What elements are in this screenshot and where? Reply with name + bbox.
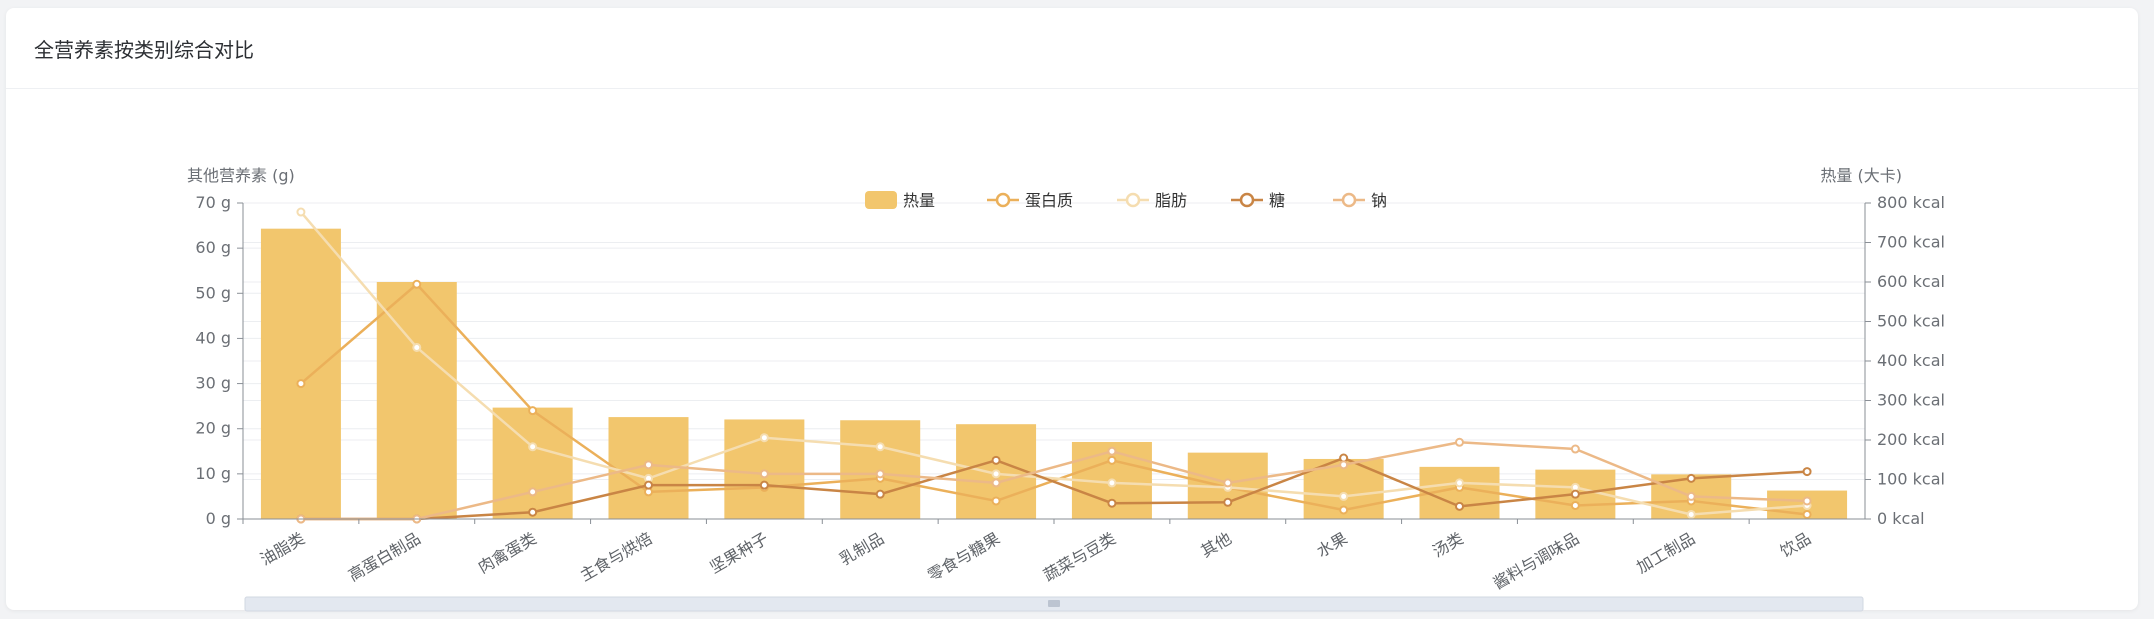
left-tick-label: 50 g	[195, 283, 231, 302]
point-脂肪[interactable]	[1686, 509, 1696, 519]
category-label: 饮品	[1777, 529, 1814, 561]
point-糖[interactable]	[1686, 473, 1696, 483]
left-tick-label: 30 g	[195, 374, 231, 393]
point-糖[interactable]	[1802, 467, 1812, 477]
category-label: 汤类	[1429, 529, 1466, 561]
legend-item-糖[interactable]: 糖	[1231, 191, 1285, 210]
point-脂肪[interactable]	[296, 207, 306, 217]
category-label: 乳制品	[836, 529, 887, 569]
point-糖[interactable]	[759, 480, 769, 490]
legend[interactable]: 热量 蛋白质 脂肪 糖 钠	[865, 191, 1387, 210]
legend-label: 蛋白质	[1025, 191, 1073, 210]
point-脂肪[interactable]	[528, 442, 538, 452]
point-糖[interactable]	[1570, 489, 1580, 499]
point-钠[interactable]	[1107, 446, 1117, 456]
left-tick-label: 20 g	[195, 419, 231, 438]
legend-item-蛋白质[interactable]: 蛋白质	[987, 191, 1073, 210]
point-钠[interactable]	[1455, 437, 1464, 447]
point-脂肪[interactable]	[412, 342, 422, 352]
point-钠[interactable]	[1570, 444, 1580, 454]
point-脂肪[interactable]	[991, 469, 1001, 479]
category-label: 酱料与调味品	[1490, 529, 1583, 593]
point-脂肪[interactable]	[1339, 491, 1349, 501]
legend-point-icon	[1341, 192, 1357, 208]
right-tick-label: 100 kcal	[1877, 470, 1945, 489]
point-蛋白质[interactable]	[991, 496, 1001, 506]
category-label: 主食与烘焙	[577, 529, 656, 585]
category-label: 蔬菜与豆类	[1040, 529, 1119, 585]
right-tick-label: 800 kcal	[1877, 193, 1945, 212]
bar-热量[interactable]	[376, 282, 457, 519]
left-tick-label: 0 g	[206, 509, 231, 528]
data-zoom-handle[interactable]	[1048, 600, 1060, 607]
legend-point-icon	[995, 192, 1011, 208]
category-label: 水果	[1313, 529, 1350, 561]
point-脂肪[interactable]	[875, 442, 885, 452]
category-label: 肉禽蛋类	[475, 529, 540, 577]
category-label: 其他	[1198, 529, 1235, 561]
legend-item-脂肪[interactable]: 脂肪	[1117, 191, 1187, 210]
point-钠[interactable]	[528, 487, 538, 497]
category-label: 零食与糖果	[924, 529, 1003, 585]
legend-label: 热量	[903, 191, 935, 210]
point-糖[interactable]	[528, 507, 538, 517]
left-tick-label: 40 g	[195, 328, 231, 347]
point-蛋白质[interactable]	[1339, 505, 1349, 515]
right-axis-title: 热量 (大卡)	[1820, 166, 1902, 185]
point-钠[interactable]	[1686, 491, 1696, 501]
point-糖[interactable]	[875, 489, 885, 499]
point-钠[interactable]	[759, 469, 769, 479]
data-zoom[interactable]	[244, 596, 1864, 612]
point-蛋白质[interactable]	[528, 406, 538, 416]
point-钠[interactable]	[644, 460, 653, 470]
point-糖[interactable]	[991, 455, 1001, 465]
point-蛋白质[interactable]	[296, 379, 306, 389]
left-tick-label: 60 g	[195, 238, 231, 257]
right-tick-label: 400 kcal	[1877, 351, 1945, 370]
point-脂肪[interactable]	[1455, 478, 1464, 488]
legend-label: 脂肪	[1155, 191, 1187, 210]
right-tick-label: 600 kcal	[1877, 272, 1945, 291]
right-tick-label: 0 kcal	[1877, 509, 1925, 528]
point-蛋白质[interactable]	[1802, 509, 1812, 519]
point-糖[interactable]	[1455, 501, 1464, 511]
legend-point-icon	[1125, 192, 1141, 208]
legend-point-icon	[1239, 192, 1255, 208]
point-钠[interactable]	[991, 478, 1001, 488]
right-tick-label: 500 kcal	[1877, 312, 1945, 331]
point-钠[interactable]	[1802, 496, 1812, 506]
legend-bar-icon	[865, 191, 897, 209]
point-蛋白质[interactable]	[412, 279, 422, 289]
right-tick-label: 300 kcal	[1877, 391, 1945, 410]
point-糖[interactable]	[1107, 498, 1117, 508]
left-tick-label: 10 g	[195, 464, 231, 483]
category-label: 加工制品	[1633, 529, 1698, 577]
point-脂肪[interactable]	[1107, 478, 1117, 488]
legend-label: 钠	[1371, 191, 1387, 210]
point-蛋白质[interactable]	[1107, 455, 1117, 465]
legend-item-热量[interactable]: 热量	[865, 191, 935, 210]
point-蛋白质[interactable]	[1570, 500, 1580, 510]
bar-热量[interactable]	[260, 228, 341, 520]
legend-label: 糖	[1269, 191, 1285, 210]
legend-item-钠[interactable]: 钠	[1333, 191, 1387, 210]
category-label: 坚果种子	[706, 529, 771, 577]
point-钠[interactable]	[1339, 460, 1349, 470]
left-axis-title: 其他营养素 (g)	[187, 166, 295, 185]
point-糖[interactable]	[1223, 497, 1233, 507]
point-糖[interactable]	[644, 480, 653, 490]
point-钠[interactable]	[1223, 478, 1233, 488]
nutrient-chart: 0 g 10 g 20 g 30 g 40 g 50 g 60 g 70 g 0 kcal 100…	[187, 166, 1945, 612]
category-label: 油脂类	[257, 529, 308, 569]
right-tick-label: 700 kcal	[1877, 233, 1945, 252]
category-label: 高蛋白制品	[345, 529, 424, 585]
point-钠[interactable]	[875, 469, 885, 479]
right-tick-label: 200 kcal	[1877, 430, 1945, 449]
left-tick-label: 70 g	[195, 193, 231, 212]
point-脂肪[interactable]	[759, 433, 769, 443]
